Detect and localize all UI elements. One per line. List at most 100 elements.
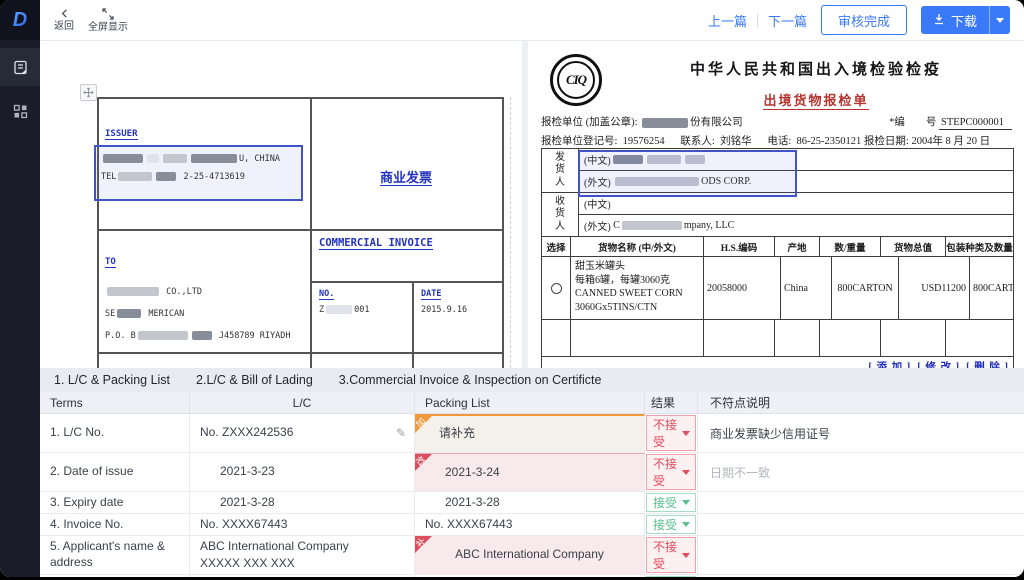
inspection-certificate-document: CIQ 中华人民共和国出入境检验检疫 出境货物报检单 报检单位 (加盖公章): …: [528, 40, 1024, 368]
right-document-pane: CIQ 中华人民共和国出入境检验检疫 出境货物报检单 报检单位 (加盖公章): …: [528, 40, 1024, 368]
table-row: 5. Applicant's name & address ABC Interna…: [40, 536, 1024, 575]
goods-header-cell: 数/重量: [820, 237, 881, 256]
result-select[interactable]: 接受: [646, 515, 696, 534]
terms-cell: 4. Invoice No.: [40, 514, 190, 536]
document-icon: [13, 60, 28, 75]
goods-header-cell: H.S.编码: [704, 237, 775, 256]
move-handle[interactable]: [80, 84, 97, 101]
review-complete-button[interactable]: 审核完成: [820, 5, 907, 35]
issuer-label: ISSUER: [105, 129, 138, 140]
redacted-text: [191, 331, 212, 340]
sidebar-item-apps[interactable]: [0, 92, 40, 130]
goods-header-cell: 产地: [775, 237, 820, 256]
terms-cell: 6. Currency code & amount: [40, 575, 190, 577]
tab-2[interactable]: 2.L/C & Bill of Lading: [196, 373, 313, 387]
app-window: D 返回 全屏显示 上一篇 下一篇 审核完成 下载 ISSUER U, CHIN…: [0, 0, 1024, 577]
goods-select-cell: [542, 257, 571, 319]
table-row: 3. Expiry date 2021-3-28 2021-3-28 接受: [40, 492, 1024, 514]
redacted-text: [642, 117, 689, 128]
lc-cell: No. ZXXX242536 ✎: [190, 414, 415, 453]
to-line-3: P.O. B J458789 RIYADH: [105, 331, 291, 341]
packing-list-cell: 加请补充: [415, 414, 645, 453]
table-row: 4. Invoice No. No. XXXX67443 No. XXXX67443…: [40, 514, 1024, 536]
goods-data-row: 甜玉米罐头 每箱6罐，每罐3060克 CANNED SWEET CORN 3060Gx…: [542, 257, 1013, 320]
goods-empty-cell: [704, 320, 775, 356]
radio-button[interactable]: [550, 282, 562, 294]
left-document-pane: ISSUER U, CHINA TEL 2-25-4713619 商业发票 CO…: [40, 40, 522, 368]
packing-list-value: No. XXXX67443: [425, 516, 513, 531]
packing-list-value: 请补充: [439, 426, 476, 441]
lc-value: 2021-3-23: [220, 464, 275, 479]
goods-empty-cell: [775, 320, 820, 356]
grid-icon: [13, 104, 28, 119]
table-row: 6. Currency code & amount USD560,000接受: [40, 575, 1024, 577]
packing-list-cell: 2021-3-28: [415, 492, 645, 514]
change-badge: 补: [415, 536, 432, 553]
result-cell: 不接受: [645, 536, 698, 575]
lc-value: ABC International Company XXXXX XXX XXX: [200, 538, 349, 570]
result-label: 接受: [653, 518, 678, 532]
change-badge: 改: [415, 454, 432, 471]
goods-empty-row: [542, 320, 1013, 357]
goods-header-cell: 选择: [542, 237, 571, 256]
note-cell: [698, 575, 1024, 577]
page-edge: [510, 97, 511, 368]
fullscreen-button[interactable]: 全屏显示: [88, 7, 128, 33]
fullscreen-label: 全屏显示: [88, 21, 128, 33]
redacted-text: [137, 331, 188, 340]
note-cell: [698, 514, 1024, 536]
result-select[interactable]: 接受: [646, 576, 696, 577]
result-label: 不接受: [653, 540, 678, 571]
packing-list-cell: 补 ABC International Company: [415, 536, 645, 575]
packing-list-cell: 改 2021-3-24: [415, 453, 645, 492]
to-line-2: SE MERICAN: [105, 309, 185, 319]
note-cell: 商业发票缺少信用证号: [698, 414, 1024, 453]
table-row: 2. Date of issue 2021-3-23 改 2021-3-24 不接受 日期…: [40, 453, 1024, 492]
back-label: 返回: [54, 21, 74, 32]
app-logo: D: [0, 0, 40, 40]
tab-1[interactable]: 1. L/C & Packing List: [54, 373, 170, 387]
chevron-left-icon: [59, 8, 70, 19]
invoice-title-cn: 商业发票: [379, 170, 432, 186]
result-select[interactable]: 不接受: [646, 454, 696, 490]
download-button[interactable]: 下载: [920, 6, 989, 34]
back-button[interactable]: 返回: [54, 8, 74, 32]
invoice-no-field: NO. Z 001: [319, 289, 370, 315]
result-cell: 接受: [645, 575, 698, 577]
prev-doc-link[interactable]: 上一篇: [708, 11, 747, 30]
add-link[interactable]: [ 添 加 ]: [868, 359, 911, 368]
edit-icon[interactable]: ✎: [396, 426, 406, 440]
certificate-reg-line: 报检单位登记号: 19576254 联系人: 刘铭华 电话: 86-25-235…: [541, 136, 991, 147]
result-label: 不接受: [653, 457, 678, 488]
redacted-text: [326, 305, 353, 314]
chevron-down-icon: [682, 430, 690, 436]
result-select[interactable]: 接受: [646, 493, 696, 512]
goods-empty-cell: [881, 320, 946, 356]
consignor-highlight-box[interactable]: [578, 150, 797, 197]
goods-hs-cell: 20058000: [704, 257, 781, 319]
result-select[interactable]: 不接受: [646, 537, 696, 573]
tab-3[interactable]: 3.Commercial Invoice & Inspection on Cer…: [339, 373, 602, 387]
header-packing-list: Packing List: [415, 392, 645, 414]
goods-header-cell: 货物总值: [881, 237, 946, 256]
redacted-text: [117, 309, 142, 318]
logo-d-icon: D: [12, 8, 28, 31]
redacted-text: [191, 154, 237, 163]
result-select[interactable]: 不接受: [646, 415, 696, 451]
sidebar-item-documents[interactable]: [0, 48, 40, 86]
header-lc: L/C: [190, 392, 415, 414]
redacted-text: [107, 287, 159, 296]
chevron-down-icon: [682, 552, 690, 558]
change-badge: 加: [415, 416, 432, 433]
comparison-tabbar: 1. L/C & Packing List 2.L/C & Bill of Lad…: [40, 368, 1024, 392]
fullscreen-icon: [102, 7, 114, 20]
result-label: 不接受: [653, 418, 678, 449]
goods-empty-cell: [571, 320, 704, 356]
table-row: 1. L/C No. No. ZXXX242536 ✎ 加请补充 不接受 商业发票缺少信用…: [40, 414, 1024, 453]
note-cell: 日期不一致: [698, 453, 1024, 492]
download-dropdown-button[interactable]: [989, 6, 1010, 34]
issuer-highlight-box[interactable]: U, CHINA TEL 2-25-4713619: [94, 145, 303, 201]
delete-link[interactable]: [ 删 除 ]: [966, 359, 1009, 368]
next-doc-link[interactable]: 下一篇: [768, 11, 807, 30]
modify-link[interactable]: [ 修 改 ]: [917, 359, 960, 368]
